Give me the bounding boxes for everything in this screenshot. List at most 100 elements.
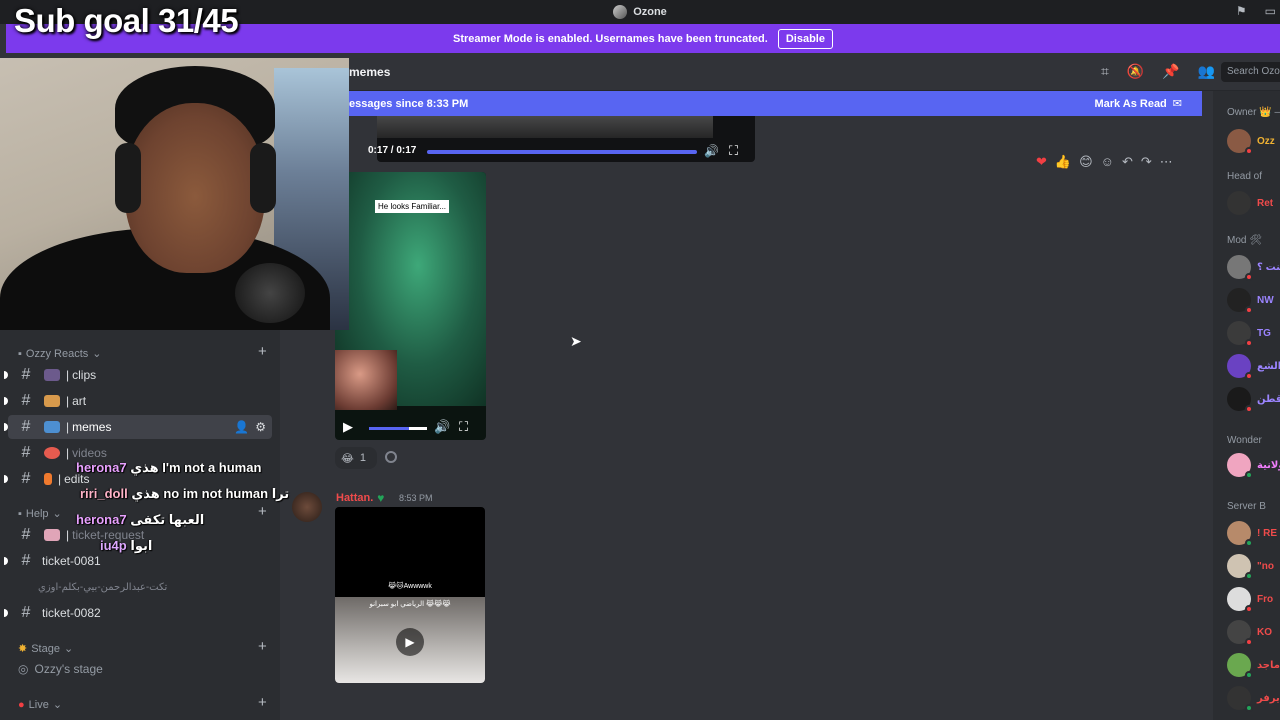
category-live[interactable]: ● Live ⌄ +	[18, 694, 267, 711]
channel-ticket-arabic[interactable]: تكت-عبدالرحمن-بيي-بكلم-اوزي	[8, 575, 272, 599]
member-item[interactable]: "no	[1227, 554, 1274, 580]
member-item[interactable]: TG	[1227, 321, 1271, 347]
channel-sidebar: ▪ Ozzy Reacts ⌄ + # | clips # | art # | …	[0, 330, 289, 720]
channel-clips[interactable]: # | clips	[4, 363, 272, 387]
member-item[interactable]: ! RE	[1227, 521, 1277, 547]
avatar	[1227, 653, 1253, 679]
role-header: Owner 👑 —	[1227, 107, 1280, 118]
member-item[interactable]: يرفر	[1227, 686, 1280, 712]
avatar	[1227, 521, 1253, 547]
thumbs-up-icon[interactable]: 👍	[1055, 154, 1071, 170]
add-channel-icon[interactable]: +	[258, 503, 267, 520]
play-icon[interactable]: ▶	[343, 419, 353, 435]
disable-button[interactable]: Disable	[777, 28, 833, 49]
member-item[interactable]: ماجد	[1227, 653, 1280, 679]
fullscreen-icon[interactable]: ⛶	[459, 419, 468, 435]
add-channel-icon[interactable]: +	[258, 694, 267, 711]
category-stage[interactable]: ✸ Stage ⌄ +	[18, 638, 267, 655]
new-messages-text: essages since 8:33 PM	[349, 97, 469, 110]
category-help[interactable]: ▪ Help ⌄ +	[18, 503, 267, 520]
member-item[interactable]: NW	[1227, 288, 1274, 314]
member-name: ماجد	[1257, 659, 1280, 671]
mark-as-read-label: Mark As Read	[1094, 97, 1167, 110]
category-ozzy-reacts[interactable]: ▪ Ozzy Reacts ⌄ +	[18, 343, 267, 360]
invite-icon[interactable]: 👤	[234, 420, 249, 434]
chat-text: هذي no im not human ترا	[131, 486, 290, 501]
member-name: قطن	[1257, 393, 1280, 405]
window-icon[interactable]: ▭	[1265, 4, 1276, 18]
volume-slider[interactable]	[369, 427, 427, 430]
avatar	[1227, 620, 1253, 646]
search-input[interactable]: Search Ozo	[1221, 62, 1280, 82]
chevron-down-icon: ⌄	[63, 643, 74, 655]
member-item[interactable]: Ret	[1227, 191, 1273, 215]
channel-ticket-0082[interactable]: # ticket-0082	[4, 601, 272, 625]
member-item[interactable]: Fro	[1227, 587, 1273, 613]
video-player-3[interactable]: 😹🐱Awwwwk الرياضي ابو سبرانو 😹😹😹 ▶	[335, 507, 485, 683]
chat-overlay-line: herona7 هذي I'm not a human	[76, 460, 261, 476]
member-item[interactable]: Ozz	[1227, 129, 1275, 155]
video-subtitle: الرياضي ابو سبرانو 😹😹😹	[369, 601, 451, 608]
volume-icon[interactable]: 🔊	[434, 419, 450, 435]
video-time: 0:17 / 0:17	[368, 145, 417, 156]
new-messages-bar[interactable]: essages since 8:33 PM Mark As Read ✉	[349, 91, 1202, 116]
server-name: Ozone	[633, 6, 667, 18]
fullscreen-icon[interactable]: ⛶	[729, 143, 738, 159]
member-item[interactable]: قطن	[1227, 387, 1280, 413]
threads-icon[interactable]: ⌗	[1101, 63, 1109, 80]
category-label: Live	[28, 698, 49, 711]
video-frame	[377, 116, 713, 138]
member-name: جنت ؟	[1257, 261, 1280, 273]
channel-ozzys-stage[interactable]: ◎ Ozzy's stage	[18, 662, 103, 676]
reply-icon[interactable]: ↶	[1122, 154, 1133, 170]
channel-label: تكت-عبدالرحمن-بيي-بكلم-اوزي	[38, 581, 168, 593]
channel-label: videos	[72, 446, 107, 460]
message-author[interactable]: Hattan. ♥	[336, 491, 384, 505]
member-name: الشع	[1257, 360, 1280, 372]
gear-icon[interactable]: ⚙	[255, 420, 266, 434]
chat-overlay-line: herona7 العبها تكفى	[76, 512, 204, 528]
separator: |	[66, 394, 70, 408]
member-item[interactable]: KO	[1227, 620, 1272, 646]
channel-memes[interactable]: # | memes 👤 ⚙	[4, 415, 272, 439]
member-item[interactable]: الشع	[1227, 354, 1280, 380]
emoji-reaction-icon[interactable]: 😊	[1079, 154, 1093, 170]
add-channel-icon[interactable]: +	[258, 343, 267, 360]
member-list-icon[interactable]: 👥	[1198, 63, 1215, 80]
mark-as-read-button[interactable]: Mark As Read ✉	[1094, 97, 1182, 111]
unread-pip	[4, 609, 8, 617]
headset-right	[250, 143, 276, 213]
message-list: 0:17 / 0:17 🔊 ⛶ ❤ 👍 😊 ☺ ↶ ↷ ⋯ He looks F…	[280, 116, 1202, 720]
chat-overlay-line: iu4p ابوا	[100, 538, 152, 554]
add-channel-icon[interactable]: +	[258, 638, 267, 655]
add-reaction-icon[interactable]: ☺	[1101, 154, 1114, 170]
member-name: "no	[1257, 560, 1274, 572]
forward-icon[interactable]: ↷	[1141, 154, 1152, 170]
member-item[interactable]: ولانية	[1227, 453, 1280, 479]
avatar	[1227, 288, 1253, 314]
pin-icon[interactable]: 📌	[1162, 63, 1179, 80]
inbox-icon[interactable]: ⚑	[1236, 4, 1247, 18]
video-player-2[interactable]: He looks Familiar... ▶ 🔊 ⛶	[335, 172, 486, 440]
heart-reaction-icon[interactable]: ❤	[1036, 154, 1047, 170]
reaction-chip[interactable]: 😂 1	[335, 447, 377, 469]
chat-overlay-line: riri_doll هذي no im not human ترا	[80, 486, 289, 502]
video-player-1[interactable]: 0:17 / 0:17 🔊 ⛶	[368, 116, 755, 162]
member-name: ولانية	[1257, 459, 1280, 471]
volume-icon[interactable]: 🔊	[704, 144, 719, 158]
channel-art[interactable]: # | art	[4, 389, 272, 413]
role-header: Head of	[1227, 171, 1263, 182]
video-progress[interactable]	[427, 150, 697, 154]
notification-mute-icon[interactable]: 🔕	[1127, 63, 1144, 80]
add-reaction-icon[interactable]	[385, 451, 397, 463]
sub-goal-overlay: Sub goal 31/45	[14, 2, 239, 39]
streamer-banner-text: Streamer Mode is enabled. Usernames have…	[453, 32, 768, 45]
play-icon[interactable]: ▶	[396, 628, 424, 656]
more-icon[interactable]: ⋯	[1160, 154, 1173, 170]
member-item[interactable]: جنت ؟	[1227, 255, 1280, 281]
unread-pip	[4, 475, 8, 483]
avatar	[1227, 686, 1253, 712]
headset-left	[115, 143, 141, 213]
avatar[interactable]	[292, 492, 322, 522]
hash-icon: #	[21, 526, 31, 543]
